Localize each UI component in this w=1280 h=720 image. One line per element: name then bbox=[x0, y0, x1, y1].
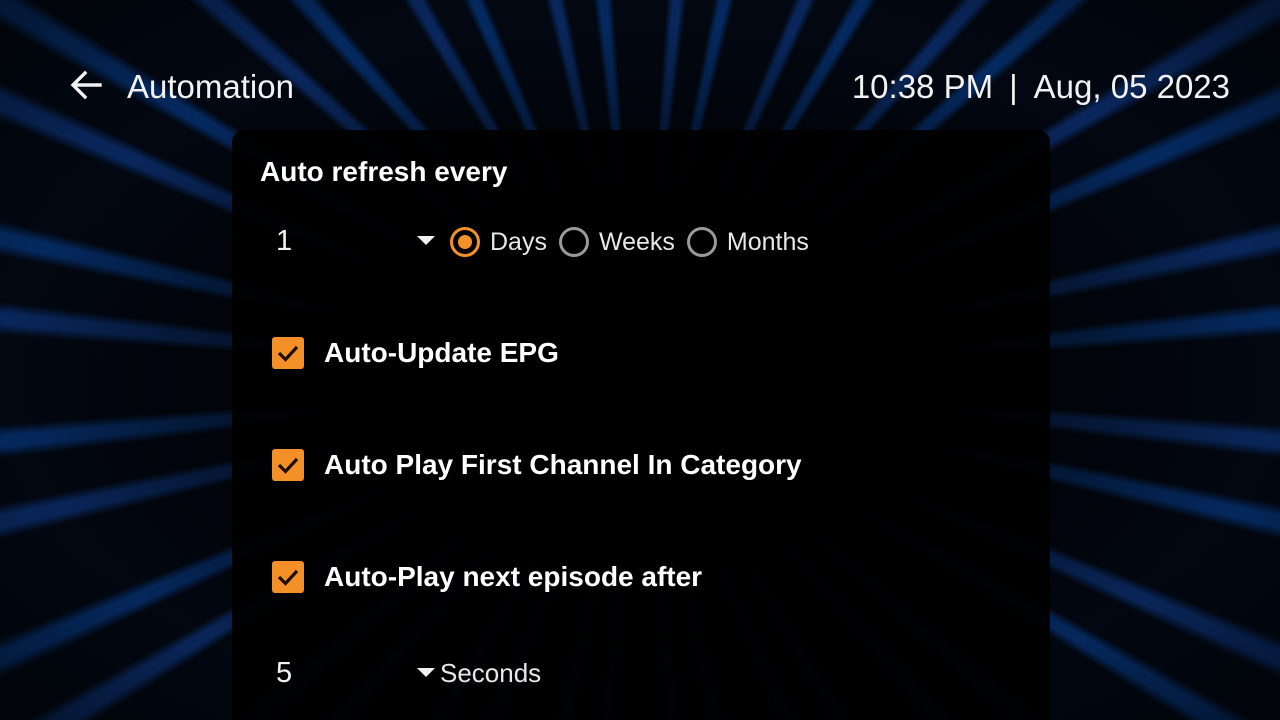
delay-unit-label: Seconds bbox=[440, 658, 542, 688]
radio-days-label: Days bbox=[490, 228, 547, 256]
auto-play-first-channel-label: Auto Play First Channel In Category bbox=[324, 449, 802, 480]
top-bar: Automation 10:38 PM | Aug, 05 2023 bbox=[0, 0, 1280, 130]
refresh-unit-radio-group: Days Weeks Months bbox=[450, 220, 821, 264]
checkbox-checked[interactable] bbox=[272, 561, 304, 593]
auto-refresh-title: Auto refresh every bbox=[260, 156, 508, 187]
clock-time: 10:38 PM bbox=[851, 68, 994, 105]
next-episode-delay-dropdown[interactable]: 5 bbox=[262, 648, 435, 698]
next-episode-delay-value: 5 bbox=[276, 657, 293, 689]
radio-weeks[interactable]: Weeks bbox=[558, 227, 675, 257]
radio-days[interactable]: Days bbox=[450, 227, 547, 257]
caret-down-icon bbox=[417, 236, 435, 245]
checkbox-checked[interactable] bbox=[272, 449, 304, 481]
radio-unselected-icon bbox=[686, 227, 717, 257]
radio-months[interactable]: Months bbox=[686, 227, 809, 257]
caret-down-icon bbox=[417, 668, 435, 677]
page-title: Automation bbox=[127, 68, 294, 105]
refresh-interval-value: 1 bbox=[276, 225, 293, 257]
auto-play-first-channel-option[interactable]: Auto Play First Channel In Category bbox=[272, 445, 802, 485]
checkmark-icon bbox=[277, 569, 299, 586]
back-button[interactable] bbox=[66, 64, 108, 106]
checkmark-icon bbox=[277, 345, 299, 362]
radio-unselected-icon bbox=[558, 227, 589, 257]
radio-months-label: Months bbox=[726, 228, 809, 256]
checkmark-icon bbox=[277, 457, 299, 474]
app-screen: Automation 10:38 PM | Aug, 05 2023 Auto re… bbox=[0, 0, 1280, 720]
checkbox-checked[interactable] bbox=[272, 337, 304, 369]
clock-date: Aug, 05 2023 bbox=[1033, 68, 1230, 105]
datetime-separator: | bbox=[1009, 68, 1018, 105]
arrow-left-icon bbox=[70, 70, 102, 100]
auto-update-epg-option[interactable]: Auto-Update EPG bbox=[272, 333, 559, 373]
auto-update-epg-label: Auto-Update EPG bbox=[324, 337, 559, 368]
radio-weeks-label: Weeks bbox=[598, 228, 675, 256]
radio-selected-icon bbox=[450, 227, 480, 257]
auto-play-next-episode-label: Auto-Play next episode after bbox=[324, 561, 703, 592]
auto-play-next-episode-option[interactable]: Auto-Play next episode after bbox=[272, 557, 702, 597]
datetime: 10:38 PM | Aug, 05 2023 bbox=[852, 66, 1230, 108]
refresh-interval-dropdown[interactable]: 1 bbox=[262, 216, 435, 266]
automation-settings-panel: Auto refresh every 1 Days Weeks Months A… bbox=[232, 130, 1050, 720]
